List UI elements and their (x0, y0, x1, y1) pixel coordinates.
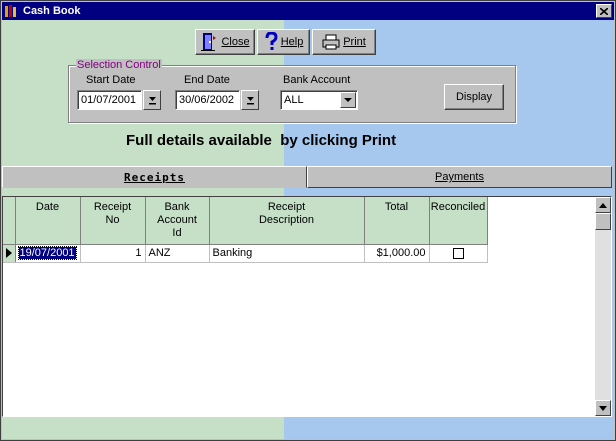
cell-reconciled[interactable] (429, 244, 488, 263)
info-message: Full details available by clicking Print (126, 132, 397, 149)
row-indicator-header (3, 197, 16, 245)
column-header-reconciled[interactable]: Reconciled (429, 197, 488, 245)
column-header-bank-account-id[interactable]: Bank Account Id (145, 197, 210, 245)
tab-receipts[interactable]: Receipts (2, 166, 307, 188)
receipts-grid: Date Receipt No Bank Account Id Receipt Desc… (2, 196, 612, 417)
title-bar[interactable]: Cash Book (2, 2, 614, 20)
cell-receipt-no[interactable]: 1 (80, 244, 146, 263)
start-date-input[interactable]: 01/07/2001 (77, 90, 142, 110)
books-icon (5, 4, 19, 18)
chevron-down-icon (599, 405, 607, 411)
column-header-total[interactable]: Total (364, 197, 430, 245)
column-header-receipt-no[interactable]: Receipt No (80, 197, 146, 245)
end-date-input[interactable]: 30/06/2002 (175, 90, 240, 110)
cash-book-window: Cash Book Close Help Print Selection Con… (0, 0, 616, 441)
bank-account-select[interactable]: ALL (280, 90, 358, 110)
window-title: Cash Book (23, 5, 81, 17)
close-button-label: Close (221, 36, 250, 48)
bank-account-value: ALL (284, 94, 304, 106)
down-arrow-bar-icon (246, 96, 254, 104)
cell-bank-account-id[interactable]: ANZ (145, 244, 210, 263)
table-row[interactable]: 19/07/2001 1 ANZ Banking $1,000.00 (3, 244, 488, 263)
tab-payments-label: Payments (435, 171, 484, 183)
chevron-down-icon (344, 97, 352, 102)
tab-payments[interactable]: Payments (307, 166, 612, 188)
start-date-picker-button[interactable] (143, 90, 161, 110)
row-indicator[interactable] (3, 244, 16, 263)
column-header-receipt-description[interactable]: Receipt Description (209, 197, 365, 245)
cell-receipt-description[interactable]: Banking (209, 244, 365, 263)
receipts-table: Date Receipt No Bank Account Id Receipt Desc… (3, 197, 488, 263)
bank-account-dropdown-button[interactable] (340, 92, 356, 108)
table-header-row: Date Receipt No Bank Account Id Receipt Desc… (3, 197, 488, 245)
tab-strip: Receipts Payments (2, 166, 614, 188)
door-icon (201, 33, 217, 51)
scroll-down-button[interactable] (595, 400, 611, 416)
scroll-thumb[interactable] (595, 213, 611, 230)
scroll-up-button[interactable] (595, 197, 611, 213)
close-icon (600, 7, 608, 15)
display-button[interactable]: Display (444, 84, 504, 110)
bank-account-label: Bank Account (283, 74, 351, 86)
vertical-scrollbar[interactable] (595, 197, 611, 416)
print-button-label: Print (343, 36, 366, 48)
tab-receipts-label: Receipts (124, 170, 185, 184)
current-row-arrow-icon (5, 248, 12, 258)
down-arrow-bar-icon (148, 96, 156, 104)
reconciled-checkbox[interactable] (452, 247, 464, 259)
end-date-picker-button[interactable] (241, 90, 259, 110)
selection-control-title: Selection Control (76, 59, 162, 71)
help-button[interactable]: Help (257, 29, 310, 55)
print-button[interactable]: Print (312, 29, 376, 55)
cell-date[interactable]: 19/07/2001 (15, 244, 81, 263)
start-date-label: Start Date (86, 74, 136, 86)
window-close-button[interactable] (596, 4, 612, 18)
column-header-date[interactable]: Date (15, 197, 81, 245)
chevron-up-icon (599, 202, 607, 208)
end-date-label: End Date (184, 74, 230, 86)
selection-control-group: Selection Control Start Date 01/07/2001 … (68, 59, 516, 123)
client-area: Close Help Print Selection Control Start… (2, 20, 614, 439)
printer-icon (322, 34, 340, 50)
question-mark-icon (265, 32, 278, 50)
close-button[interactable]: Close (195, 29, 255, 55)
cell-total[interactable]: $1,000.00 (364, 244, 430, 263)
help-button-label: Help (280, 36, 304, 48)
